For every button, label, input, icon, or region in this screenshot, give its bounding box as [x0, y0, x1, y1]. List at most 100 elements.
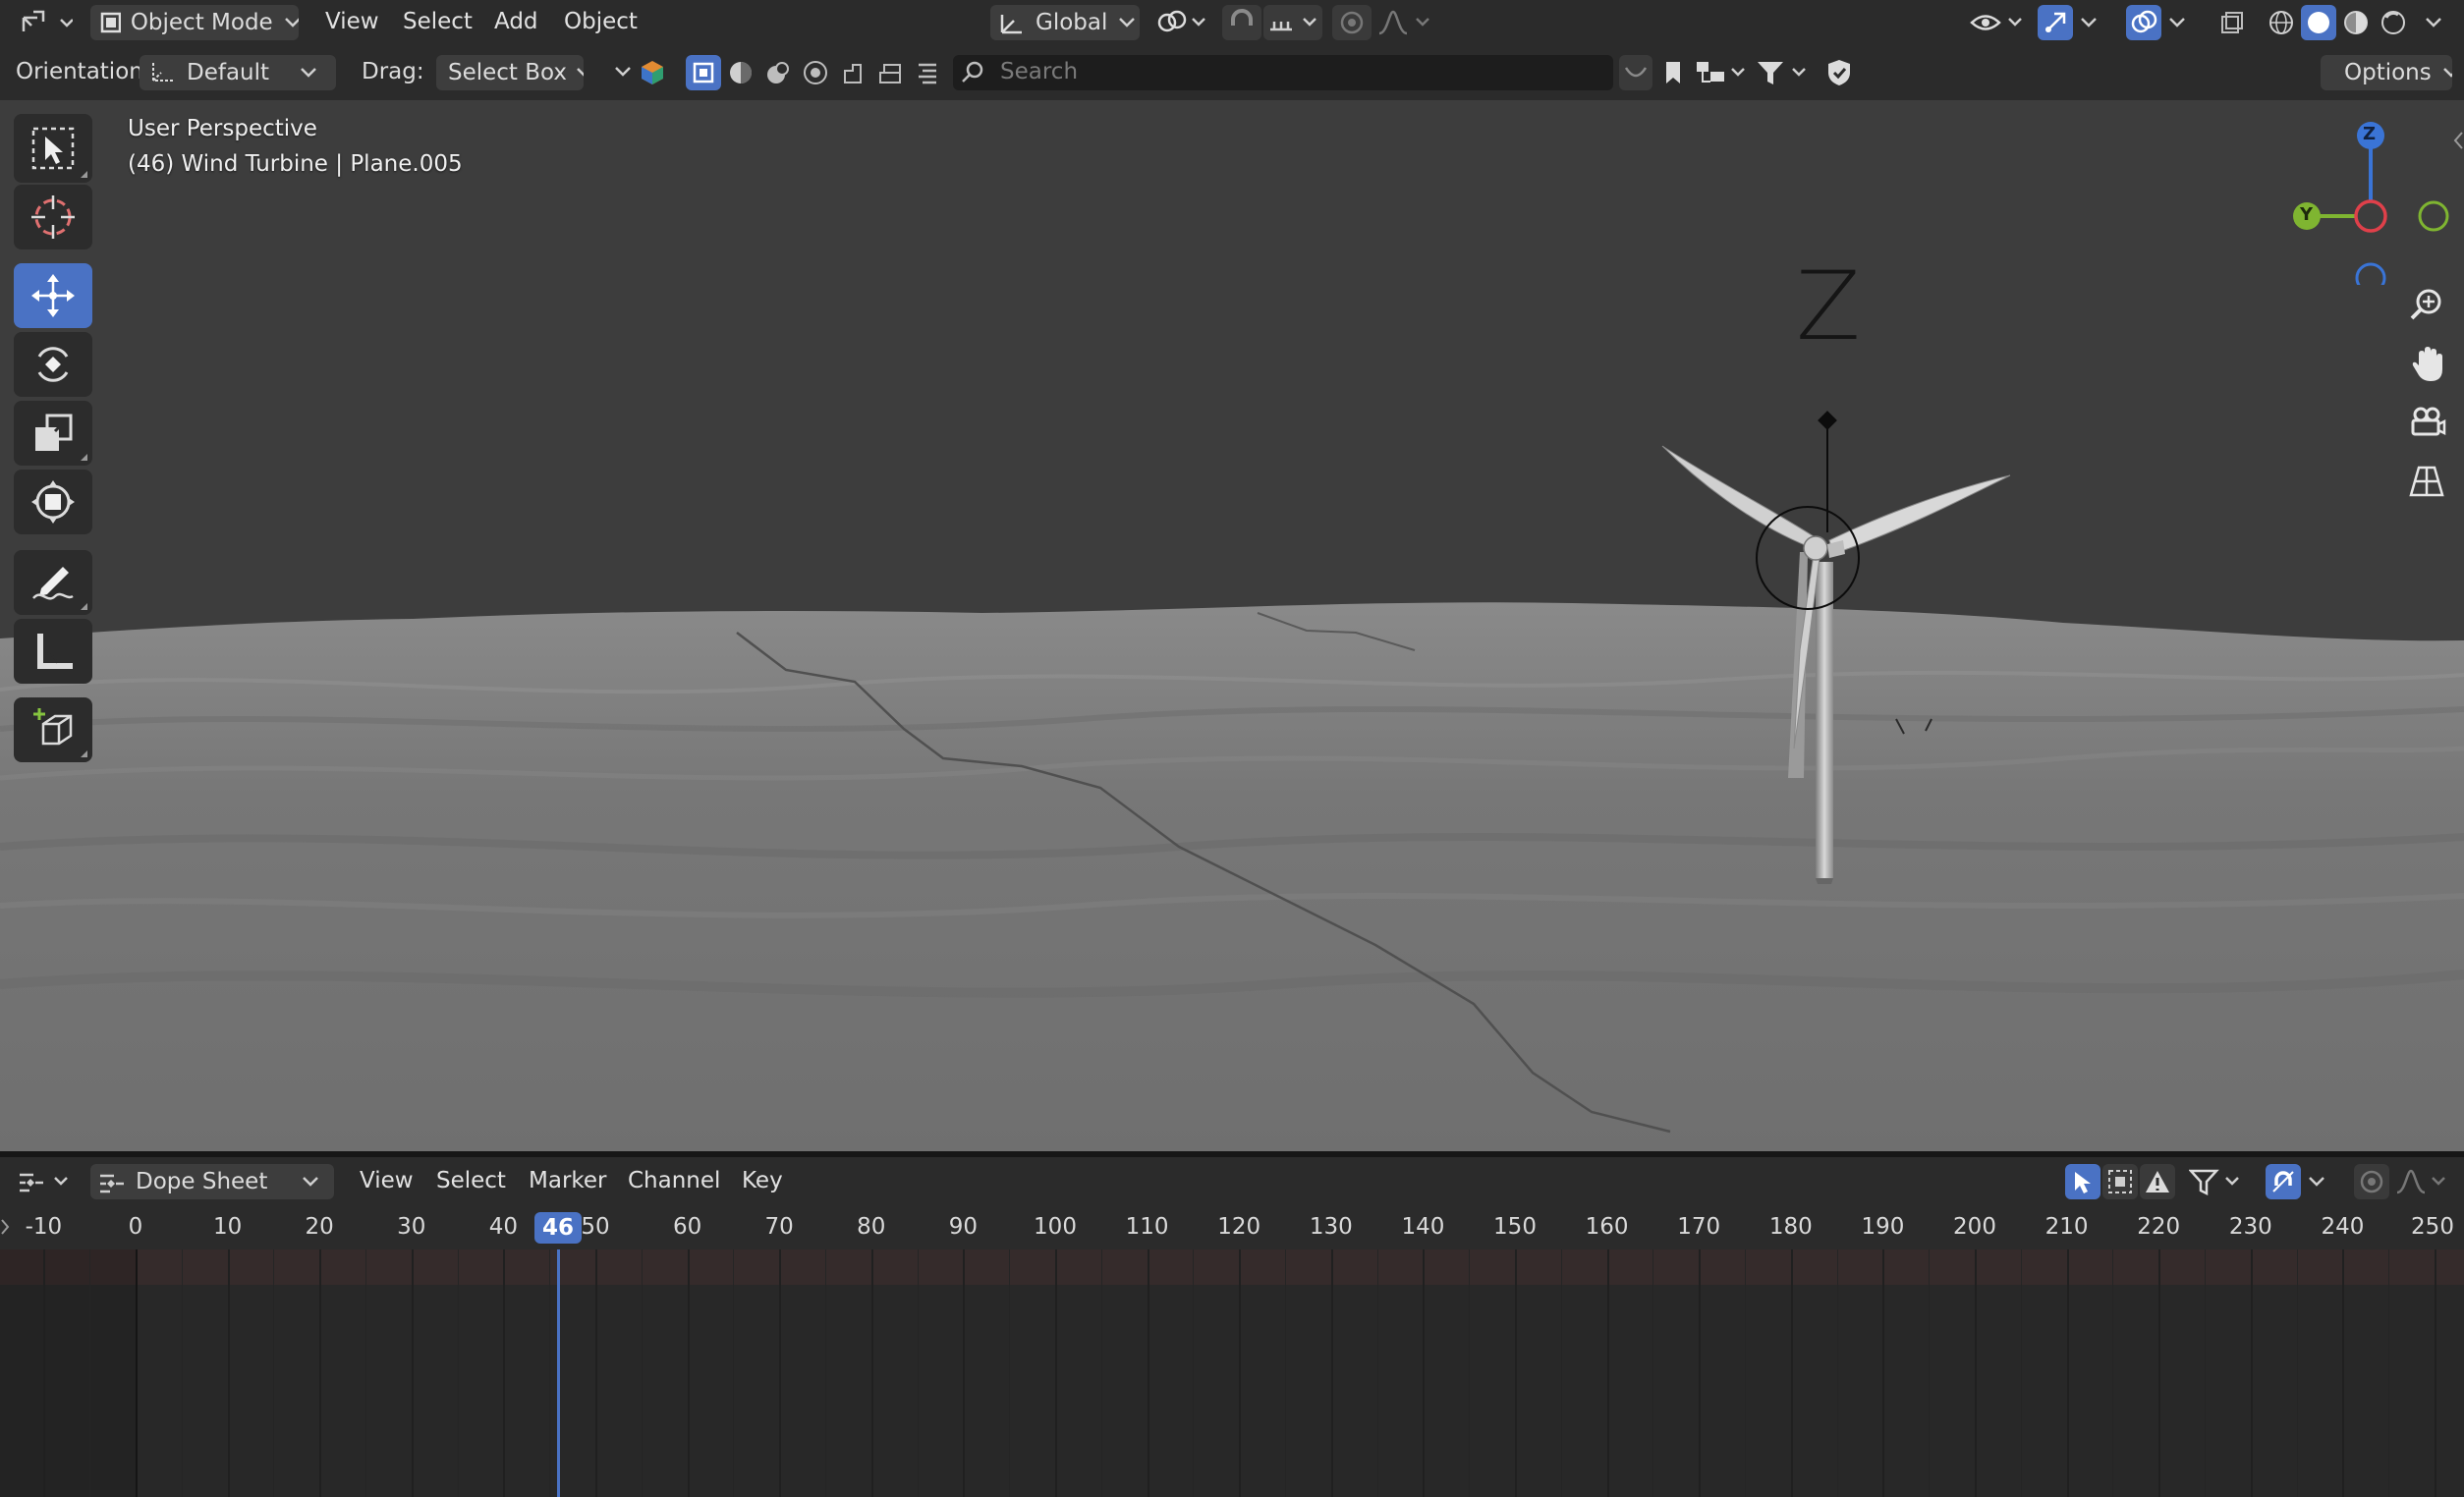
- tool-move[interactable]: [14, 263, 92, 328]
- select-mode-extend-button[interactable]: [723, 55, 758, 90]
- frame-gridline: [503, 1249, 506, 1497]
- shield-check-icon: [1828, 60, 1850, 85]
- shading-wireframe-button[interactable]: [2264, 5, 2299, 40]
- select-mode-subtract-button[interactable]: [760, 55, 796, 90]
- menu-add[interactable]: Add: [494, 9, 538, 34]
- dope-mode-dropdown[interactable]: Dope Sheet: [90, 1164, 334, 1199]
- dope-menu-key[interactable]: Key: [742, 1168, 783, 1193]
- camera-view-button[interactable]: [2399, 395, 2454, 450]
- tool-add-cube[interactable]: [14, 697, 92, 762]
- frame-gridline-minor: [2388, 1249, 2390, 1497]
- overlays-dropdown[interactable]: [2163, 5, 2193, 40]
- xray-icon: [2221, 12, 2243, 33]
- drag-dropdown[interactable]: Select Box: [436, 55, 584, 90]
- solid-sphere-icon: [2308, 12, 2329, 33]
- tool-annotate[interactable]: [14, 550, 92, 615]
- options-dropdown[interactable]: Options: [2321, 55, 2452, 90]
- options-label: Options: [2344, 60, 2432, 85]
- overlays-toggle[interactable]: [2126, 5, 2161, 40]
- select-mode-invert-button[interactable]: [798, 55, 833, 90]
- ruler-left-arrow[interactable]: [0, 1216, 10, 1238]
- select-mode-intersect-button[interactable]: [835, 55, 870, 90]
- dope-sheet-icon: [100, 1174, 124, 1193]
- filter-funnel-dropdown[interactable]: [1755, 55, 1814, 90]
- orientation-dropdown[interactable]: Default: [140, 55, 336, 90]
- dope-editor-type-button[interactable]: [14, 1163, 75, 1200]
- scene-render: [0, 411, 2464, 1151]
- menu-view[interactable]: View: [325, 9, 379, 34]
- gizmo-toggle[interactable]: [2038, 5, 2073, 40]
- frame-gridline: [1055, 1249, 1057, 1497]
- xray-toggle[interactable]: [2214, 5, 2250, 40]
- menu-object[interactable]: Object: [564, 9, 638, 34]
- shading-material-button[interactable]: [2338, 5, 2374, 40]
- proportional-falloff-dropdown[interactable]: [1373, 5, 1434, 40]
- chevron-down-icon: [2442, 68, 2452, 78]
- search-placeholder: Search: [1000, 59, 1079, 84]
- editor-type-3d-icon: [22, 10, 73, 31]
- frame-gridline-minor: [2205, 1249, 2206, 1497]
- bookmark-button[interactable]: [1656, 55, 1690, 90]
- editor-type-button[interactable]: [14, 4, 77, 41]
- current-frame-indicator[interactable]: 46: [534, 1212, 582, 1244]
- filter-dropdown[interactable]: [611, 55, 676, 90]
- dope-snap-dropdown[interactable]: [2303, 1164, 2332, 1199]
- tool-cursor[interactable]: [14, 185, 92, 250]
- mode-dropdown[interactable]: Object Mode: [90, 5, 299, 40]
- zoom-button[interactable]: [2399, 277, 2454, 332]
- tool-scale[interactable]: [14, 401, 92, 466]
- menu-select[interactable]: Select: [403, 9, 473, 34]
- dope-falloff-dropdown[interactable]: [2391, 1164, 2452, 1199]
- transform-icon: [31, 480, 75, 524]
- shading-rendered-button[interactable]: [2376, 5, 2411, 40]
- summary-channel-row[interactable]: [0, 1249, 2464, 1285]
- orientation-axes-icon: [152, 63, 173, 82]
- dope-menu-marker[interactable]: Marker: [529, 1168, 607, 1193]
- snap-toggle[interactable]: [1222, 5, 1261, 40]
- shading-solid-button[interactable]: [2301, 5, 2336, 40]
- perspective-toggle-button[interactable]: [2399, 454, 2454, 509]
- frame-gridline-minor: [917, 1249, 919, 1497]
- tick-label: 30: [397, 1214, 426, 1240]
- tool-rotate[interactable]: [14, 332, 92, 397]
- tool-select-box[interactable]: [14, 114, 92, 183]
- 3d-viewport[interactable]: Z User Perspective (46) Wind Turbine | P…: [0, 100, 2464, 1151]
- dope-menu-select[interactable]: Select: [436, 1168, 506, 1193]
- shield-button[interactable]: [1820, 55, 1859, 90]
- tool-transform[interactable]: [14, 470, 92, 534]
- cursor-icon: [31, 195, 75, 239]
- pivot-point-button[interactable]: [1151, 5, 1212, 40]
- filter-icon-button-1[interactable]: [872, 55, 908, 90]
- dope-filter-dropdown[interactable]: [2187, 1164, 2248, 1199]
- snap-target-dropdown[interactable]: [1263, 5, 1322, 40]
- tool-measure[interactable]: [14, 619, 92, 684]
- frame-gridline-minor: [1193, 1249, 1195, 1497]
- only-selected-toggle[interactable]: [2065, 1164, 2100, 1199]
- filter-icon-button-2[interactable]: [910, 55, 945, 90]
- transform-orientation-dropdown[interactable]: Global: [990, 5, 1140, 40]
- dope-menu-channel[interactable]: Channel: [628, 1168, 720, 1193]
- dope-proportional-toggle[interactable]: [2354, 1164, 2389, 1199]
- hierarchy-dropdown[interactable]: [1694, 55, 1753, 90]
- timeline-ruler[interactable]: -10 0 10 20 30 40 50 60 70 80 90 100 110 120 130 140 150…: [0, 1206, 2464, 1249]
- shading-dropdown[interactable]: [2417, 5, 2452, 40]
- only-errors-toggle[interactable]: [2140, 1164, 2175, 1199]
- filter-curve-button[interactable]: [1619, 55, 1652, 90]
- sidebar-toggle-arrow[interactable]: [2452, 130, 2464, 151]
- gizmo-dropdown[interactable]: [2075, 5, 2104, 40]
- tool-options-corner-icon: [81, 454, 87, 461]
- chevron-down-icon: [303, 1177, 319, 1187]
- frame-gridline: [319, 1249, 322, 1497]
- proportional-editing-toggle[interactable]: [1332, 5, 1372, 40]
- dope-menu-view[interactable]: View: [360, 1168, 414, 1193]
- chevron-down-icon: [1119, 18, 1136, 28]
- dope-snap-toggle[interactable]: [2266, 1164, 2301, 1199]
- pan-button[interactable]: [2399, 336, 2454, 391]
- drag-value: Select Box: [448, 60, 568, 85]
- tick-label: 60: [672, 1214, 702, 1240]
- dope-sheet-channels[interactable]: [0, 1249, 2464, 1497]
- search-field[interactable]: Search: [953, 55, 1613, 90]
- select-mode-set-button[interactable]: [686, 55, 721, 90]
- show-hidden-toggle[interactable]: [2102, 1164, 2138, 1199]
- visibility-dropdown[interactable]: [1967, 5, 2026, 40]
